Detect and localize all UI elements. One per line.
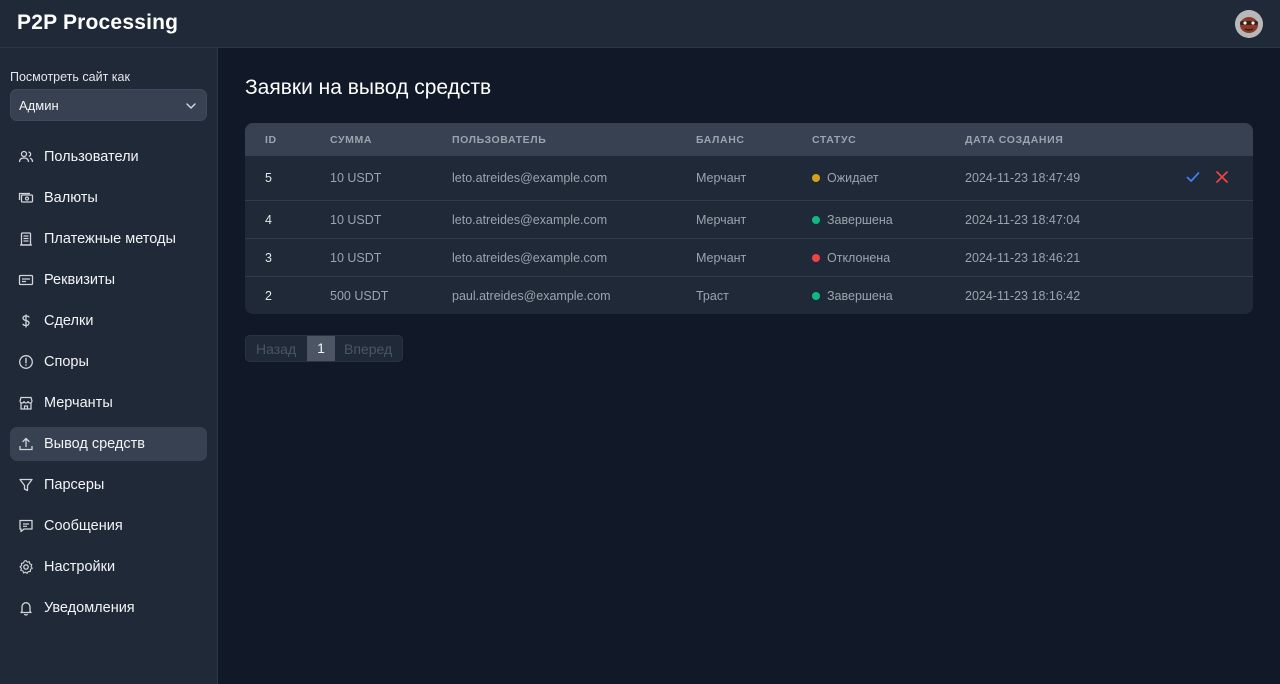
cell-user: paul.atreides@example.com: [452, 289, 611, 303]
table-row: 2 500 USDT paul.atreides@example.com Тра…: [245, 276, 1253, 314]
table-row: 5 10 USDT leto.atreides@example.com Мерч…: [245, 156, 1253, 200]
main-content: Заявки на вывод средств ID СУММА ПОЛЬЗОВ…: [219, 49, 1280, 684]
bank-icon: [20, 232, 32, 246]
dollar-icon: [22, 314, 30, 328]
sidebar-item-users[interactable]: Пользователи: [10, 140, 207, 174]
status-badge: Завершена: [812, 289, 893, 303]
bell-icon: [20, 602, 32, 616]
pagination: Назад 1 Вперед: [245, 335, 403, 362]
status-text: Ожидает: [827, 171, 879, 185]
store-icon: [19, 396, 33, 410]
status-text: Отклонена: [827, 251, 891, 265]
cell-balance: Мерчант: [696, 213, 747, 227]
chevron-down-icon: [186, 103, 196, 109]
cell-user: leto.atreides@example.com: [452, 213, 608, 227]
status-text: Завершена: [827, 213, 893, 227]
alert-circle-icon: [19, 355, 33, 369]
sidebar-item-withdrawals[interactable]: Вывод средств: [10, 427, 207, 461]
cell-amount: 10 USDT: [330, 251, 382, 265]
sidebar: Посмотреть сайт как Админ Пользователи В…: [0, 48, 218, 684]
avatar[interactable]: [1235, 10, 1263, 38]
sidebar-item-merchants[interactable]: Мерчанты: [10, 386, 207, 420]
sidebar-item-label: Пользователи: [44, 149, 139, 165]
column-header-user: ПОЛЬЗОВАТЕЛЬ: [452, 134, 547, 146]
table-header: ID СУММА ПОЛЬЗОВАТЕЛЬ БАЛАНС СТАТУС ДАТА…: [245, 123, 1253, 156]
sidebar-item-payment-methods[interactable]: Платежные методы: [10, 222, 207, 256]
upload-icon: [19, 437, 33, 451]
cell-balance: Мерчант: [696, 171, 747, 185]
app-title[interactable]: P2P Processing: [17, 11, 178, 35]
sidebar-item-label: Валюты: [44, 190, 98, 206]
cell-id: 2: [265, 289, 272, 303]
status-dot: [812, 174, 820, 182]
cell-balance: Мерчант: [696, 251, 747, 265]
banknote-icon: [18, 192, 34, 203]
approve-check-icon[interactable]: [1186, 170, 1200, 184]
sidebar-item-messages[interactable]: Сообщения: [10, 509, 207, 543]
table-row: 4 10 USDT leto.atreides@example.com Мерч…: [245, 200, 1253, 238]
cell-amount: 10 USDT: [330, 171, 382, 185]
cell-date: 2024-11-23 18:46:21: [965, 251, 1081, 265]
gear-icon: [19, 559, 33, 574]
status-dot: [812, 216, 820, 224]
sidebar-item-currencies[interactable]: Валюты: [10, 181, 207, 215]
sidebar-item-label: Вывод средств: [44, 436, 145, 452]
cell-user: leto.atreides@example.com: [452, 251, 608, 265]
cell-date: 2024-11-23 18:47:04: [965, 213, 1081, 227]
prev-page-button[interactable]: Назад: [256, 341, 296, 357]
status-text: Завершена: [827, 289, 893, 303]
status-dot: [812, 254, 820, 262]
status-badge: Ожидает: [812, 171, 879, 185]
cell-date: 2024-11-23 18:47:49: [965, 171, 1081, 185]
sidebar-item-label: Мерчанты: [44, 395, 113, 411]
page-number-current[interactable]: 1: [307, 336, 335, 361]
column-header-amount: СУММА: [330, 134, 373, 146]
cell-id: 5: [265, 171, 272, 185]
sidebar-item-disputes[interactable]: Споры: [10, 345, 207, 379]
status-badge: Отклонена: [812, 251, 890, 265]
sidebar-item-requisites[interactable]: Реквизиты: [10, 263, 207, 297]
sidebar-item-notifications[interactable]: Уведомления: [10, 591, 207, 625]
sidebar-item-label: Платежные методы: [44, 231, 176, 247]
sidebar-item-label: Споры: [44, 354, 89, 370]
column-header-id: ID: [265, 134, 277, 146]
cell-balance: Траст: [696, 289, 729, 303]
withdrawals-table: ID СУММА ПОЛЬЗОВАТЕЛЬ БАЛАНС СТАТУС ДАТА…: [245, 123, 1253, 314]
cell-id: 3: [265, 251, 272, 265]
sidebar-item-label: Уведомления: [44, 600, 135, 616]
page-title: Заявки на вывод средств: [245, 76, 492, 99]
cell-amount: 500 USDT: [330, 289, 389, 303]
column-header-balance: БАЛАНС: [696, 134, 745, 146]
credit-card-icon: [18, 274, 34, 286]
role-select-value: Админ: [19, 98, 59, 113]
column-header-created-at: ДАТА СОЗДАНИЯ: [965, 134, 1064, 146]
sidebar-item-label: Парсеры: [44, 477, 105, 493]
sidebar-item-label: Реквизиты: [44, 272, 116, 288]
user-avatar-icon: [1235, 10, 1263, 38]
sidebar-item-label: Настройки: [44, 559, 116, 575]
cell-date: 2024-11-23 18:16:42: [965, 289, 1081, 303]
role-select[interactable]: Админ: [10, 89, 207, 121]
cell-id: 4: [265, 213, 272, 227]
status-badge: Завершена: [812, 213, 893, 227]
sidebar-item-label: Сообщения: [44, 518, 123, 534]
sidebar-item-deals[interactable]: Сделки: [10, 304, 207, 338]
status-dot: [812, 292, 820, 300]
reject-x-icon[interactable]: [1215, 170, 1229, 184]
table-row: 3 10 USDT leto.atreides@example.com Мерч…: [245, 238, 1253, 276]
top-bar: P2P Processing: [0, 0, 1280, 48]
sidebar-item-settings[interactable]: Настройки: [10, 550, 207, 584]
cell-amount: 10 USDT: [330, 213, 382, 227]
sidebar-item-parsers[interactable]: Парсеры: [10, 468, 207, 502]
next-page-button[interactable]: Вперед: [344, 341, 392, 357]
filter-icon: [19, 478, 33, 492]
message-icon: [19, 519, 33, 533]
cell-user: leto.atreides@example.com: [452, 171, 608, 185]
users-icon: [18, 150, 34, 163]
sidebar-item-label: Сделки: [44, 313, 94, 329]
column-header-status: СТАТУС: [812, 134, 857, 146]
view-as-label: Посмотреть сайт как: [10, 70, 130, 84]
